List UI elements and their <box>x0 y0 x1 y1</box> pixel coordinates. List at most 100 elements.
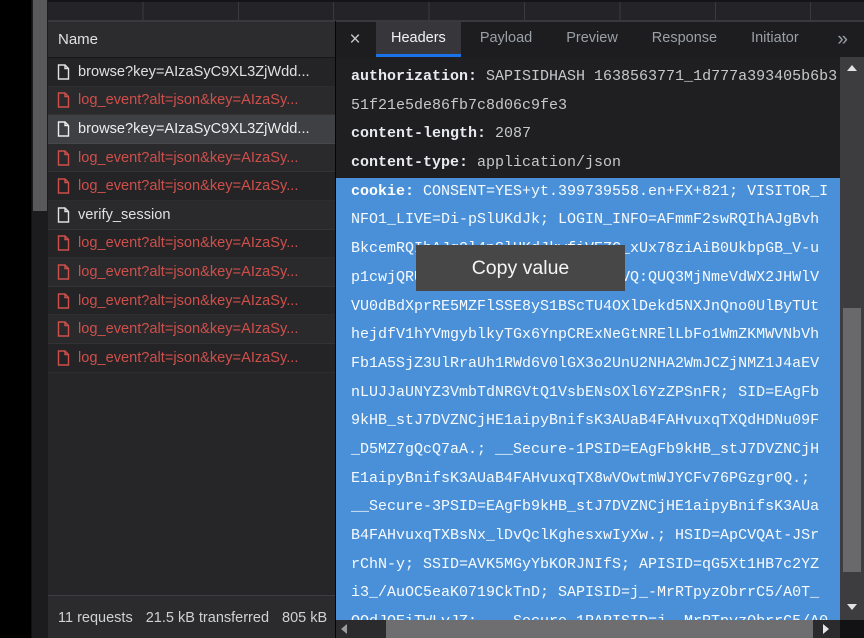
vertical-scrollbar-thumb[interactable] <box>843 308 861 572</box>
details-tab[interactable]: Payload <box>465 22 547 57</box>
network-request-panel: Name browse?key=AIzaSyC9XL3ZjWdd... <box>48 21 335 638</box>
details-tab[interactable]: Response <box>637 22 732 57</box>
close-details-button[interactable]: × <box>336 22 374 57</box>
table-row[interactable]: log_event?alt=json&key=AIzaSy... <box>48 230 335 259</box>
chevron-double-right-icon: » <box>837 29 848 51</box>
request-name: log_event?alt=json&key=AIzaSy... <box>78 264 298 280</box>
horizontal-scrollbar-thumb[interactable] <box>386 620 813 638</box>
header-line[interactable]: QOdJQEiTWLvJZ; __Secure-1PAPISID=j_-MrRT… <box>336 608 840 620</box>
header-value: _D5MZ7gQcQ7aA.; __Secure-1PSID=EAgFb9kHB… <box>351 441 819 458</box>
details-tab-bar: × Headers Payload Preview <box>336 21 864 57</box>
header-line[interactable]: __Secure-3PSID=EAgFb9kHB_stJ7DVZNCjHE1ai… <box>336 493 840 522</box>
copy-value-menu-item[interactable]: Copy value <box>416 245 625 291</box>
header-value: hejdfV1hYVmgyblkyTGx6YnpCRExNeGtNRElLbFo… <box>351 326 819 343</box>
header-line[interactable]: nLUJJaUNYZ3VmbTdNRGVtQ1VsbENsOXl6YzZPSnF… <box>336 379 840 408</box>
table-row[interactable]: browse?key=AIzaSyC9XL3ZjWdd... <box>48 115 335 144</box>
header-value: Fb1A5SjZ3UlRraUh1RWd6V0lGX3o2UnU2NHA2WmJ… <box>351 355 819 372</box>
table-row[interactable]: log_event?alt=json&key=AIzaSy... <box>48 258 335 287</box>
request-name: log_event?alt=json&key=AIzaSy... <box>78 150 298 166</box>
header-name: content-length: <box>351 125 486 142</box>
header-line[interactable]: rChN-y; SSID=AVK5MGyYbKORJNIfS; APISID=q… <box>336 551 840 580</box>
header-line[interactable]: E1aipyBnifsK3AUaB4FAHvuxqTX8wVOwtmWJYCFv… <box>336 465 840 494</box>
details-tab[interactable]: Headers <box>376 22 461 57</box>
request-name: log_event?alt=json&key=AIzaSy... <box>78 321 298 337</box>
tab-label: Payload <box>480 30 532 46</box>
status-request-count: 11 requests <box>58 610 133 626</box>
file-icon <box>57 293 70 309</box>
header-line[interactable]: authorization: SAPISIDHASH 1638563771_1d… <box>336 63 840 92</box>
scroll-down-icon[interactable] <box>847 604 857 610</box>
file-icon <box>57 92 70 108</box>
request-list: browse?key=AIzaSyC9XL3ZjWdd... log_event… <box>48 58 335 373</box>
devtools-network-window: Name browse?key=AIzaSyC9XL3ZjWdd... <box>0 0 864 638</box>
tab-strip: Headers Payload Preview Response <box>374 22 816 57</box>
details-tab[interactable]: Initiator <box>736 22 814 57</box>
request-name: log_event?alt=json&key=AIzaSy... <box>78 178 298 194</box>
request-name: log_event?alt=json&key=AIzaSy... <box>78 350 298 366</box>
header-line[interactable]: 51f21e5de86fb7c8d06c9fe3 <box>336 92 840 121</box>
header-value: B4FAHvuxqTXBsNx_lDvQclKghesxwIyXw.; HSID… <box>351 527 819 544</box>
file-icon <box>57 235 70 251</box>
table-row[interactable]: log_event?alt=json&key=AIzaSy... <box>48 144 335 173</box>
request-details-panel: × Headers Payload Preview <box>335 21 864 638</box>
status-transferred: 21.5 kB transferred <box>146 610 269 626</box>
tab-label: Headers <box>391 30 446 46</box>
file-icon <box>57 121 70 137</box>
header-line[interactable]: _D5MZ7gQcQ7aA.; __Secure-1PSID=EAgFb9kHB… <box>336 436 840 465</box>
more-tabs-button[interactable]: » <box>837 22 864 57</box>
header-value: VU0dBdXprRE5MZFlSSE8yS1BScTU4OXlDekd5NXJ… <box>351 298 819 315</box>
status-bar: 11 requests 21.5 kB transferred 805 kB <box>48 595 335 638</box>
page-scrollbar[interactable] <box>31 0 48 638</box>
header-line[interactable]: B4FAHvuxqTXBsNx_lDvQclKghesxwIyXw.; HSID… <box>336 522 840 551</box>
close-icon: × <box>349 29 360 51</box>
request-name: browse?key=AIzaSyC9XL3ZjWdd... <box>78 64 310 80</box>
file-icon <box>57 178 70 194</box>
header-line[interactable]: NFO1_LIVE=Di-pSlUKdJk; LOGIN_INFO=AFmmF2… <box>336 206 840 235</box>
tab-label: Initiator <box>751 30 799 46</box>
header-value: application/json <box>468 154 621 171</box>
header-line[interactable]: content-length: 2087 <box>336 120 840 149</box>
table-row[interactable]: log_event?alt=json&key=AIzaSy... <box>48 315 335 344</box>
page-scrollbar-thumb[interactable] <box>33 0 47 211</box>
header-line[interactable]: i3_/AuOC5eaK0719CkTnD; SAPISID=j_-MrRTpy… <box>336 579 840 608</box>
header-line[interactable]: content-type: application/json <box>336 149 840 178</box>
scroll-left-icon[interactable] <box>341 624 347 634</box>
header-line[interactable]: cookie: CONSENT=YES+yt.399739558.en+FX+8… <box>336 178 840 207</box>
header-line[interactable]: VU0dBdXprRE5MZFlSSE8yS1BScTU4OXlDekd5NXJ… <box>336 293 840 322</box>
table-row[interactable]: log_event?alt=json&key=AIzaSy... <box>48 87 335 116</box>
header-line[interactable]: 9kHB_stJ7DVZNCjHE1aipyBnifsK3AUaB4FAHvux… <box>336 407 840 436</box>
table-row[interactable]: verify_session <box>48 201 335 230</box>
header-value: CONSENT=YES+yt.399739558.en+FX+821; VISI… <box>414 183 828 200</box>
header-name: authorization: <box>351 68 477 85</box>
file-icon <box>57 207 70 223</box>
network-overview-strip[interactable] <box>48 0 864 21</box>
scrollbar-corner <box>840 620 864 638</box>
request-name: browse?key=AIzaSyC9XL3ZjWdd... <box>78 121 310 137</box>
headers-content: authorization: SAPISIDHASH 1638563771_1d… <box>336 57 864 620</box>
header-line[interactable]: Fb1A5SjZ3UlRraUh1RWd6V0lGX3o2UnU2NHA2WmJ… <box>336 350 840 379</box>
name-column-label: Name <box>58 31 98 48</box>
details-horizontal-scrollbar[interactable] <box>336 620 840 638</box>
tab-label: Response <box>652 30 717 46</box>
status-resources: 805 kB <box>282 610 327 626</box>
details-tab[interactable]: Preview <box>551 22 633 57</box>
table-row[interactable]: log_event?alt=json&key=AIzaSy... <box>48 172 335 201</box>
header-value: QOdJQEiTWLvJZ; __Secure-1PAPISID=j_-MrRT… <box>351 613 828 620</box>
header-value: rChN-y; SSID=AVK5MGyYbKORJNIfS; APISID=q… <box>351 556 819 573</box>
scroll-up-icon[interactable] <box>847 65 857 71</box>
header-value: 51f21e5de86fb7c8d06c9fe3 <box>351 97 567 114</box>
table-row[interactable]: log_event?alt=json&key=AIzaSy... <box>48 344 335 373</box>
scroll-right-icon[interactable] <box>823 624 829 634</box>
details-vertical-scrollbar[interactable] <box>840 57 864 620</box>
header-value: i3_/AuOC5eaK0719CkTnD; SAPISID=j_-MrRTpy… <box>351 584 819 601</box>
name-column-header[interactable]: Name <box>48 22 335 58</box>
request-name: log_event?alt=json&key=AIzaSy... <box>78 92 298 108</box>
tab-label: Preview <box>566 30 618 46</box>
header-value: 9kHB_stJ7DVZNCjHE1aipyBnifsK3AUaB4FAHvux… <box>351 412 819 429</box>
header-value: nLUJJaUNYZ3VmbTdNRGVtQ1VsbENsOXl6YzZPSnF… <box>351 384 819 401</box>
header-value: E1aipyBnifsK3AUaB4FAHvuxqTX8wVOwtmWJYCFv… <box>351 470 810 487</box>
table-row[interactable]: browse?key=AIzaSyC9XL3ZjWdd... <box>48 58 335 87</box>
file-icon <box>57 64 70 80</box>
table-row[interactable]: log_event?alt=json&key=AIzaSy... <box>48 287 335 316</box>
header-line[interactable]: hejdfV1hYVmgyblkyTGx6YnpCRExNeGtNRElLbFo… <box>336 321 840 350</box>
